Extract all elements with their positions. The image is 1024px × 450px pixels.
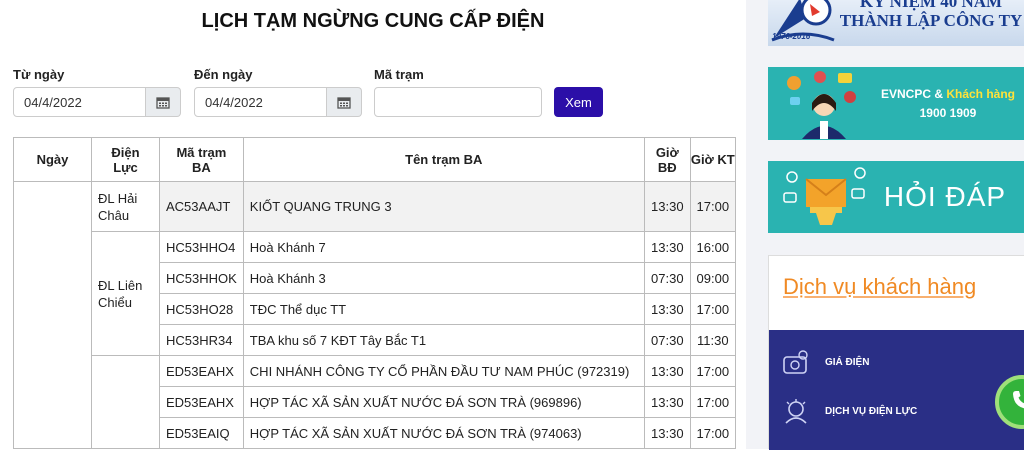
customer-services-menu: GIÁ ĐIỆN DỊCH VỤ ĐIỆN LỰC (769, 330, 1024, 450)
unit-cell: ĐL Hải Châu (91, 181, 160, 232)
date-cell (13, 181, 92, 449)
from-date-group (13, 87, 181, 117)
service-item-power-services[interactable]: DỊCH VỤ ĐIỆN LỰC (779, 396, 917, 426)
station-code-cell: HC53HO28 (159, 293, 244, 325)
anniversary-subtitle: THÀNH LẬP CÔNG TY (839, 11, 1023, 30)
station-name-cell: HỢP TÁC XÃ SẢN XUẤT NƯỚC ĐÁ SƠN TRÀ (969… (242, 386, 645, 418)
station-code-cell: AC53AAJT (159, 181, 244, 232)
customer-services-panel: Dịch vụ khách hàng GIÁ ĐIỆN DỊCH VỤ ĐIỆN… (768, 255, 1024, 450)
main-content: LỊCH TẠM NGỪNG CUNG CẤP ĐIỆN Từ ngày Đến… (0, 0, 746, 449)
station-name-cell: TBA khu số 7 KĐT Tây Bắc T1 (242, 324, 645, 356)
end-time-cell: 17:00 (689, 355, 736, 387)
station-code-cell: ED53EAHX (159, 355, 244, 387)
start-time-cell: 13:30 (643, 386, 691, 418)
header-date: Ngày (13, 137, 92, 182)
outage-schedule-table: Ngày Điện Lực Mã trạm BA Tên trạm BA Giờ… (13, 137, 736, 449)
from-date-label: Từ ngày (13, 67, 65, 82)
hotline-number: 1900 1909 (919, 106, 977, 120)
to-date-input[interactable] (194, 87, 327, 117)
start-time-cell: 13:30 (643, 355, 691, 387)
station-code-input[interactable] (374, 87, 542, 117)
header-end-time: Giờ KT (689, 137, 736, 182)
end-time-cell: 11:30 (689, 324, 736, 356)
anniversary-years: 1976-2016 (772, 32, 811, 41)
start-time-cell: 07:30 (643, 262, 691, 294)
header-station-code: Mã trạm BA (159, 137, 244, 182)
anniversary-banner[interactable]: 1976-2016 KỶ NIỆM 40 NĂM THÀNH LẬP CÔNG … (768, 0, 1024, 46)
start-time-cell: 07:30 (643, 324, 691, 356)
phone-icon (1010, 388, 1024, 417)
view-button[interactable]: Xem (554, 87, 603, 117)
calendar-icon[interactable] (146, 87, 181, 117)
to-date-group (194, 87, 362, 117)
service-item-electricity-price[interactable]: GIÁ ĐIỆN (779, 347, 869, 377)
header-start-time: Giờ BĐ (643, 137, 691, 182)
faq-envelope-icon (783, 167, 866, 225)
station-code-label: Mã trạm (374, 67, 424, 82)
header-station-name: Tên trạm BA (242, 137, 645, 182)
call-center-agent-icon (787, 71, 856, 139)
table-header-row: Ngày Điện Lực Mã trạm BA Tên trạm BA Giờ… (13, 137, 736, 182)
table-row: ED53EAHX CHI NHÁNH CÔNG TY CỔ PHẦN ĐẦU T… (14, 355, 736, 449)
faq-banner[interactable]: HỎI ĐÁP (768, 161, 1024, 233)
hotline-banner[interactable]: EVNCPC & Khách hàng 1900 1909 (768, 67, 1024, 140)
hotline-line1: EVNCPC & Khách hàng (880, 87, 1015, 101)
station-name-cell: Hoà Khánh 3 (242, 262, 645, 294)
station-code-cell: HC53HHOK (159, 262, 244, 294)
end-time-cell: 17:00 (689, 386, 736, 418)
end-time-cell: 17:00 (689, 181, 736, 232)
customer-services-title[interactable]: Dịch vụ khách hàng (783, 274, 976, 300)
station-code-cell: ED53EAHX (159, 386, 244, 418)
start-time-cell: 13:30 (643, 293, 691, 325)
header-unit: Điện Lực (91, 137, 160, 182)
station-code-cell: HC53HHO4 (159, 231, 244, 263)
calendar-icon[interactable] (327, 87, 362, 117)
from-date-input[interactable] (13, 87, 146, 117)
service-item-label: GIÁ ĐIỆN (825, 356, 870, 368)
end-time-cell: 17:00 (689, 417, 736, 449)
table-row: ĐL Hải Châu AC53AAJT KIỐT QUANG TRUNG 3 … (13, 181, 736, 449)
station-code-cell: HC53HR34 (159, 324, 244, 356)
unit-cell (91, 355, 160, 449)
table-row: ĐL Liên Chiểu HC53HHO4 Hoà Khánh 7 13:30… (14, 231, 736, 356)
start-time-cell: 13:30 (643, 417, 691, 449)
station-name-cell: KIỐT QUANG TRUNG 3 (242, 181, 645, 232)
station-name-cell: TĐC Thể dục TT (242, 293, 645, 325)
end-time-cell: 16:00 (689, 231, 736, 263)
start-time-cell: 13:30 (643, 231, 691, 263)
station-name-cell: HỢP TÁC XÃ SẢN XUẤT NƯỚC ĐÁ SƠN TRÀ (974… (242, 417, 645, 449)
service-icon (779, 396, 813, 426)
to-date-label: Đến ngày (194, 67, 253, 82)
money-icon (779, 347, 813, 377)
station-code-cell: ED53EAIQ (159, 417, 244, 449)
start-time-cell: 13:30 (643, 181, 691, 232)
station-name-cell: CHI NHÁNH CÔNG TY CỔ PHẦN ĐẦU TƯ NAM PHÚ… (242, 355, 645, 387)
unit-cell: ĐL Liên Chiểu (91, 231, 160, 356)
end-time-cell: 09:00 (689, 262, 736, 294)
page-title: LỊCH TẠM NGỪNG CUNG CẤP ĐIỆN (201, 10, 545, 32)
service-item-label: DỊCH VỤ ĐIỆN LỰC (825, 405, 918, 417)
station-name-cell: Hoà Khánh 7 (242, 231, 645, 263)
end-time-cell: 17:00 (689, 293, 736, 325)
faq-title: HỎI ĐÁP (883, 181, 1007, 212)
